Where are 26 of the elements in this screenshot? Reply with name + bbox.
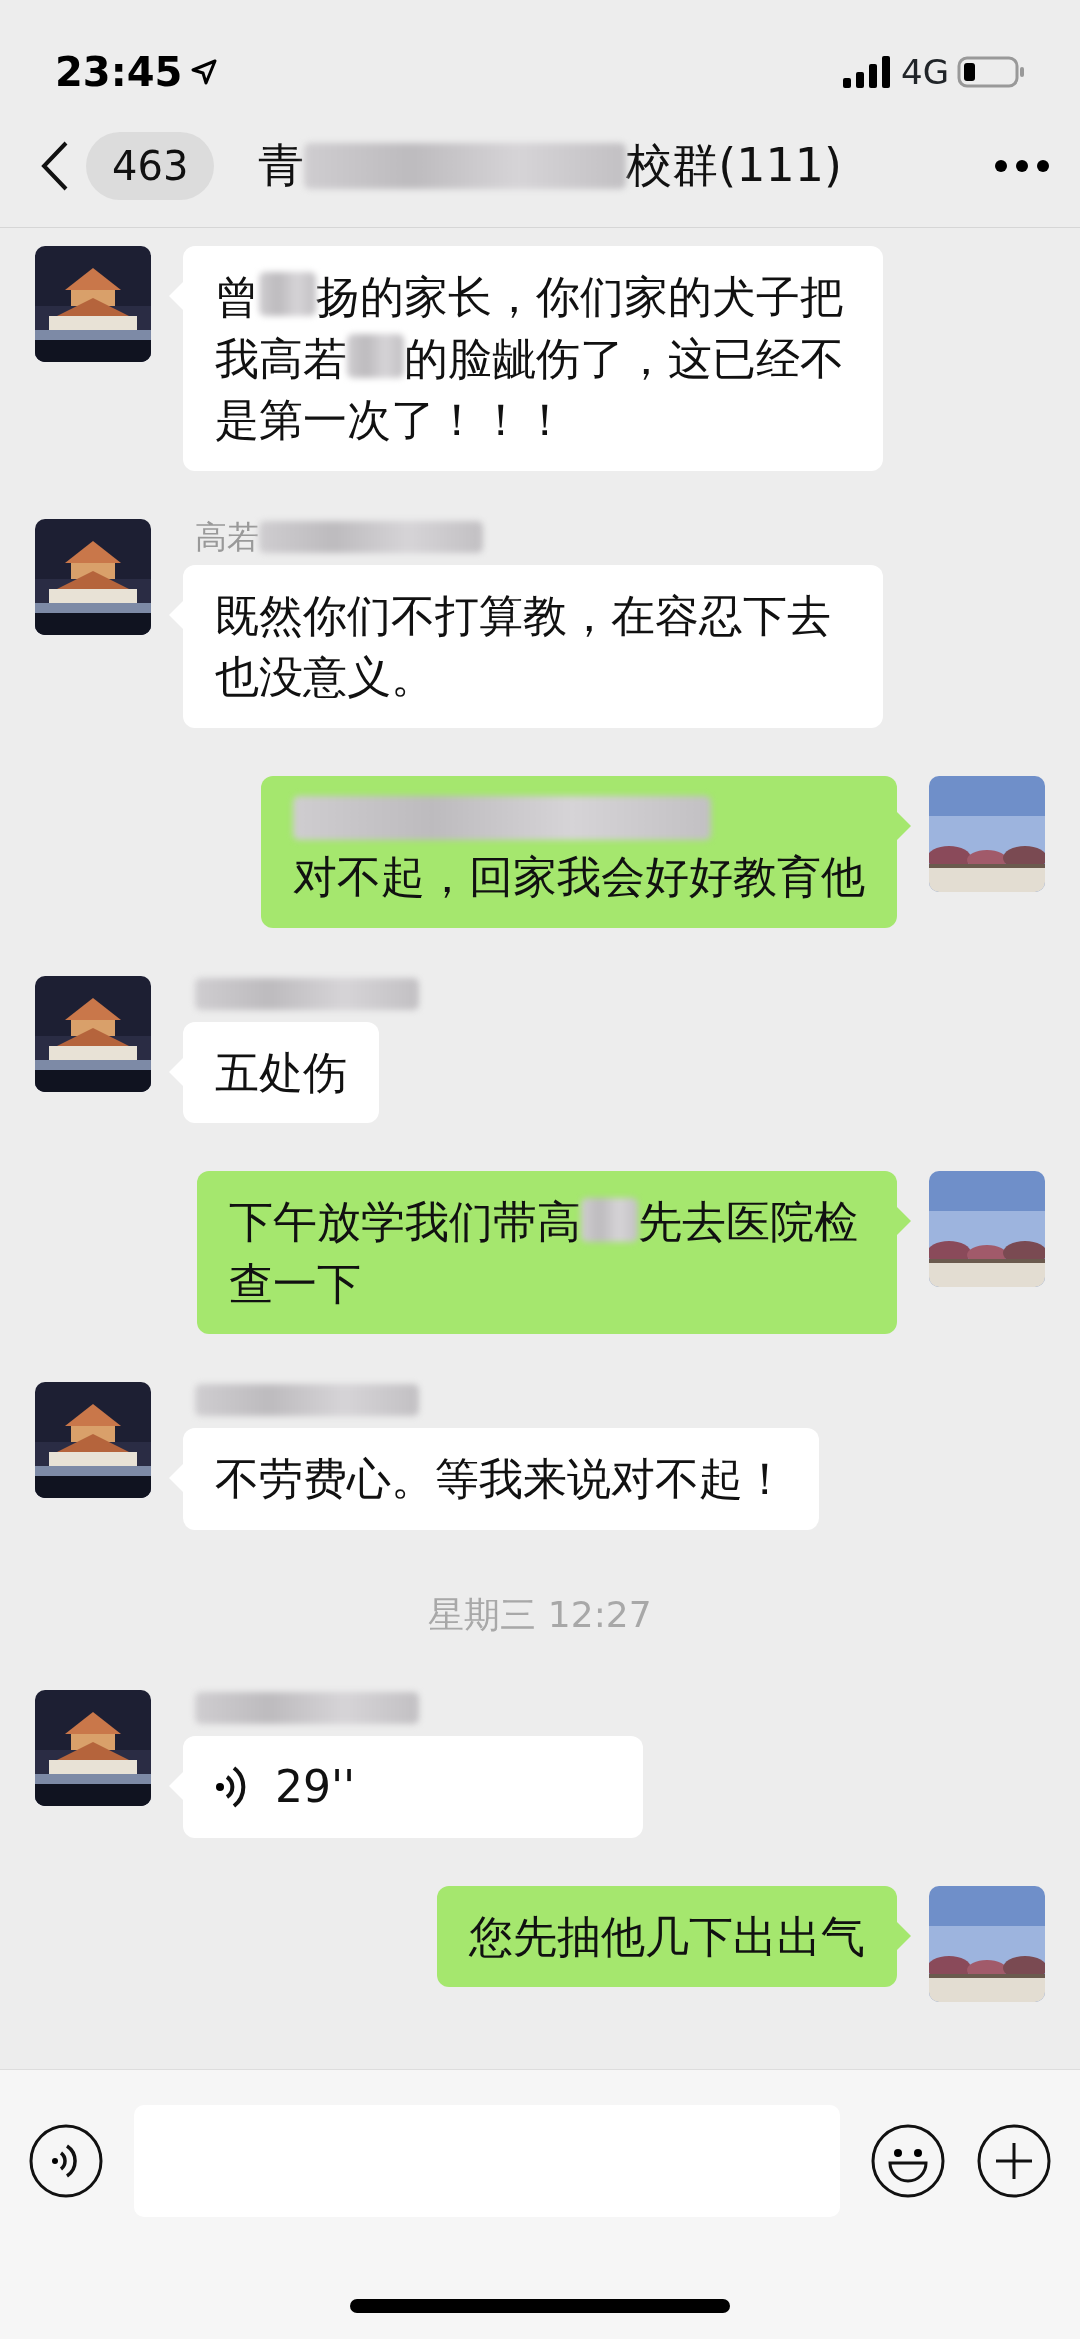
message-bubble: 下午放学我们带高 先去医院检查一下: [197, 1171, 897, 1335]
message-bubble: 对不起，回家我会好好教育他: [261, 775, 897, 928]
bubble-tail: [897, 811, 911, 840]
back-button[interactable]: [40, 139, 70, 192]
bubble-tail: [897, 1921, 911, 1950]
more-button[interactable]: [994, 158, 1050, 173]
sender-name: 高若: [195, 518, 483, 555]
emoji-button[interactable]: [870, 2123, 946, 2199]
battery-icon: [957, 56, 1025, 88]
message-bubble: 五处伤: [183, 1021, 379, 1124]
message-bubble: 曾 扬的家长，你们家的犬子把我高若 的脸龇伤了，这已经不是第一次了！！！: [183, 246, 883, 471]
network-label: 4G: [901, 50, 949, 94]
timestamp: 星期三 12:27: [428, 1592, 652, 1637]
add-button[interactable]: [976, 2123, 1052, 2199]
status-time: 23:45: [55, 48, 183, 97]
voice-button[interactable]: [28, 2123, 104, 2199]
voice-duration: 29'': [275, 1759, 356, 1814]
unread-count-badge[interactable]: 463: [86, 131, 215, 200]
chat-title: 青 校群(111): [258, 137, 844, 194]
message-bubble: 不劳费心。等我来说对不起！: [183, 1428, 819, 1530]
voice-message[interactable]: 29'': [183, 1735, 643, 1838]
signal-icon: [843, 56, 893, 88]
location-icon: [190, 58, 219, 86]
message-bubble: 既然你们不打算教，在容忍下去也没意义。: [183, 564, 883, 728]
message-bubble: 您先抽他几下出出气: [437, 1885, 897, 1988]
bubble-tail: [897, 1207, 911, 1236]
